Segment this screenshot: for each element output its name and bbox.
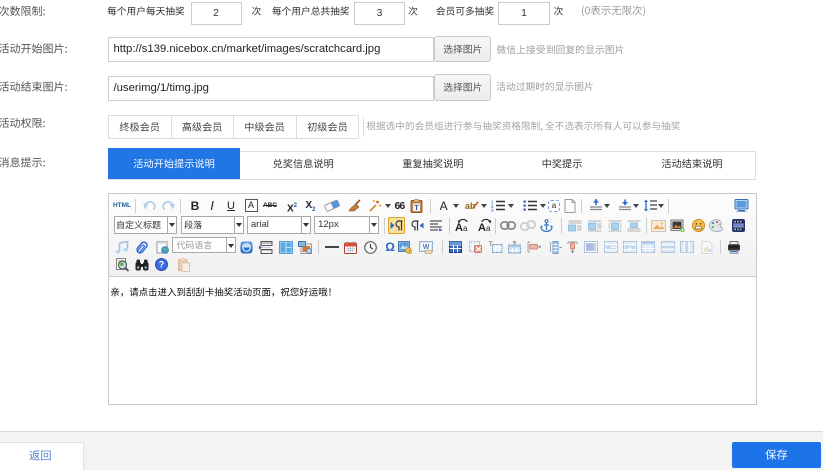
svg-text:T: T [414, 204, 419, 211]
svg-text:a: a [486, 224, 491, 232]
svg-text:A: A [455, 222, 463, 232]
svg-text:a: a [463, 224, 468, 232]
svg-text:?: ? [158, 260, 164, 270]
svg-text:3: 3 [491, 208, 494, 212]
svg-text:A: A [478, 222, 486, 232]
